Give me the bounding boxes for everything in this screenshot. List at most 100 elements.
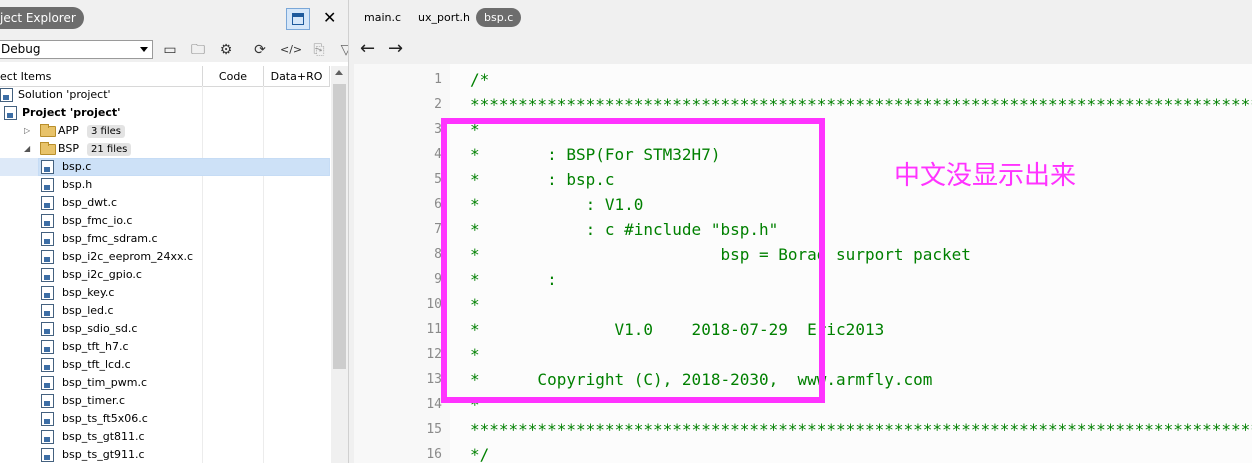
chevron-down-icon[interactable]: ◢ <box>24 140 30 158</box>
tree-item[interactable]: bsp_tim_pwm.c <box>0 374 330 392</box>
tree-item-label: bsp_key.c <box>62 286 115 299</box>
tree-item[interactable]: bsp_i2c_gpio.c <box>0 266 330 284</box>
tree-item-label: bsp_led.c <box>62 304 114 317</box>
code-icon[interactable]: </> <box>280 41 302 59</box>
forward-arrow-icon[interactable]: → <box>388 38 403 60</box>
code-line[interactable]: /* <box>470 67 489 92</box>
tree-item[interactable]: Solution 'project' <box>0 86 330 104</box>
tree-item-label: bsp_timer.c <box>62 394 126 407</box>
tree-item-label: bsp_sdio_sd.c <box>62 322 138 335</box>
scroll-up-icon[interactable] <box>335 70 343 75</box>
editor-tab[interactable]: main.c <box>356 8 409 27</box>
tree-item-label: bsp_tim_pwm.c <box>62 376 148 389</box>
project-explorer-title[interactable]: ject Explorer <box>0 7 84 29</box>
tree-item-label: bsp_ts_ft5x06.c <box>62 412 148 425</box>
tree-item-label: bsp_tft_lcd.c <box>62 358 131 371</box>
line-number: 13 <box>426 372 442 387</box>
tree-item[interactable]: bsp_tft_lcd.c <box>0 356 330 374</box>
line-number: 7 <box>434 222 442 237</box>
tree-item[interactable]: bsp_fmc_sdram.c <box>0 230 330 248</box>
tree-scrollbar[interactable] <box>331 66 348 463</box>
tree-item[interactable]: bsp_key.c <box>0 284 330 302</box>
window-layout-button[interactable] <box>286 8 310 30</box>
line-number: 8 <box>434 247 442 262</box>
editor-tab-bar: main.c ux_port.h bsp.c <box>354 0 1252 34</box>
project-explorer-pane: ject Explorer ✕ Debug ▭ 🗀 ⚙ ⟳ </> ⎘ ▽ ec… <box>0 0 348 463</box>
c-file-icon <box>41 286 54 300</box>
project-icon <box>4 106 17 120</box>
line-number: 2 <box>434 97 442 112</box>
back-arrow-icon[interactable]: ← <box>360 38 375 60</box>
c-file-icon <box>41 322 54 336</box>
chevron-right-icon[interactable]: ▷ <box>24 122 30 140</box>
tree-item[interactable]: bsp_ts_ft5x06.c <box>0 410 330 428</box>
tree-item[interactable]: ▷ APP 3 files <box>0 122 330 140</box>
file-count-badge: 21 files <box>87 143 132 156</box>
tree-item[interactable]: bsp_i2c_eeprom_24xx.c <box>0 248 330 266</box>
navigation-bar: ← → <box>354 34 1252 64</box>
tree-item[interactable]: Project 'project' <box>0 104 330 122</box>
column-items[interactable]: ect Items <box>0 66 203 86</box>
annotation-label: 中文没显示出来 <box>894 161 1077 191</box>
tree-item[interactable]: bsp_tft_h7.c <box>0 338 330 356</box>
tree-item-label: BSP <box>58 142 79 155</box>
tree-item-label: bsp_tft_h7.c <box>62 340 129 353</box>
c-file-icon <box>41 376 54 390</box>
editor-tab[interactable]: bsp.c <box>476 8 522 27</box>
c-file-icon <box>41 358 54 372</box>
folder-icon[interactable]: 🗀 <box>189 41 207 59</box>
refresh-icon[interactable]: ⟳ <box>251 41 269 59</box>
highlight-annotation-box <box>441 118 825 403</box>
code-line[interactable]: */ <box>470 442 489 463</box>
tree-item[interactable]: ◢ BSP 21 files <box>0 140 330 158</box>
project-explorer-header: ject Explorer ✕ <box>0 0 348 38</box>
c-file-icon <box>41 394 54 408</box>
c-file-icon <box>41 232 54 246</box>
c-file-icon <box>41 412 54 426</box>
tree-item[interactable]: bsp_ts_gt811.c <box>0 428 330 446</box>
solution-icon <box>0 88 13 102</box>
explorer-toolbar: Debug ▭ 🗀 ⚙ ⟳ </> ⎘ ▽ <box>0 38 348 62</box>
c-file-icon <box>41 304 54 318</box>
tree-item-label: Project 'project' <box>22 106 121 119</box>
line-number: 12 <box>426 347 442 362</box>
folder-icon <box>40 124 56 137</box>
tree-item[interactable]: bsp_led.c <box>0 302 330 320</box>
settings-icon[interactable]: ⚙ <box>217 41 235 59</box>
tree-item[interactable]: bsp_ts_gt911.c <box>0 446 330 463</box>
window-icon <box>292 13 304 25</box>
c-file-icon <box>41 250 54 264</box>
c-file-icon <box>41 196 54 210</box>
tree-item-label: bsp_ts_gt911.c <box>62 448 145 461</box>
file-count-badge: 3 files <box>87 125 125 138</box>
line-number: 1 <box>434 72 442 87</box>
tree-item-label: bsp_ts_gt811.c <box>62 430 145 443</box>
column-data-ro[interactable]: Data+RO <box>264 66 330 86</box>
filter-icon[interactable]: ▽ <box>337 41 348 59</box>
column-code[interactable]: Code <box>203 66 264 86</box>
tree-item-label: bsp_i2c_gpio.c <box>62 268 142 281</box>
configuration-select[interactable]: Debug <box>0 40 153 59</box>
tree-item[interactable]: bsp.c <box>0 158 330 176</box>
scroll-thumb[interactable] <box>333 84 346 369</box>
code-line[interactable]: ****************************************… <box>470 417 1252 442</box>
line-number-gutter: 1 2 3 4 5 6 7 8 9 10 11 12 13 14 15 16 <box>354 64 450 463</box>
c-file-icon <box>41 448 54 462</box>
tree-item[interactable]: bsp_dwt.c <box>0 194 330 212</box>
line-number: 4 <box>434 147 442 162</box>
project-tree: Solution 'project' Project 'project' ▷ APP 3… <box>0 86 330 463</box>
tree-item[interactable]: bsp_timer.c <box>0 392 330 410</box>
code-line[interactable]: ****************************************… <box>470 92 1252 117</box>
line-number: 11 <box>426 322 442 337</box>
close-icon[interactable]: ✕ <box>323 9 336 27</box>
tree-item[interactable]: bsp_sdio_sd.c <box>0 320 330 338</box>
editor-tab[interactable]: ux_port.h <box>410 8 478 27</box>
tree-item-label: APP <box>58 124 79 137</box>
window-icon[interactable]: ▭ <box>161 41 179 59</box>
tree-item[interactable]: bsp.h <box>0 176 330 194</box>
tree-item[interactable]: bsp_fmc_io.c <box>0 212 330 230</box>
line-number: 14 <box>426 397 442 412</box>
line-number: 15 <box>426 422 442 437</box>
line-number: 16 <box>426 447 442 462</box>
file-options-icon[interactable]: ⎘ <box>310 41 328 59</box>
